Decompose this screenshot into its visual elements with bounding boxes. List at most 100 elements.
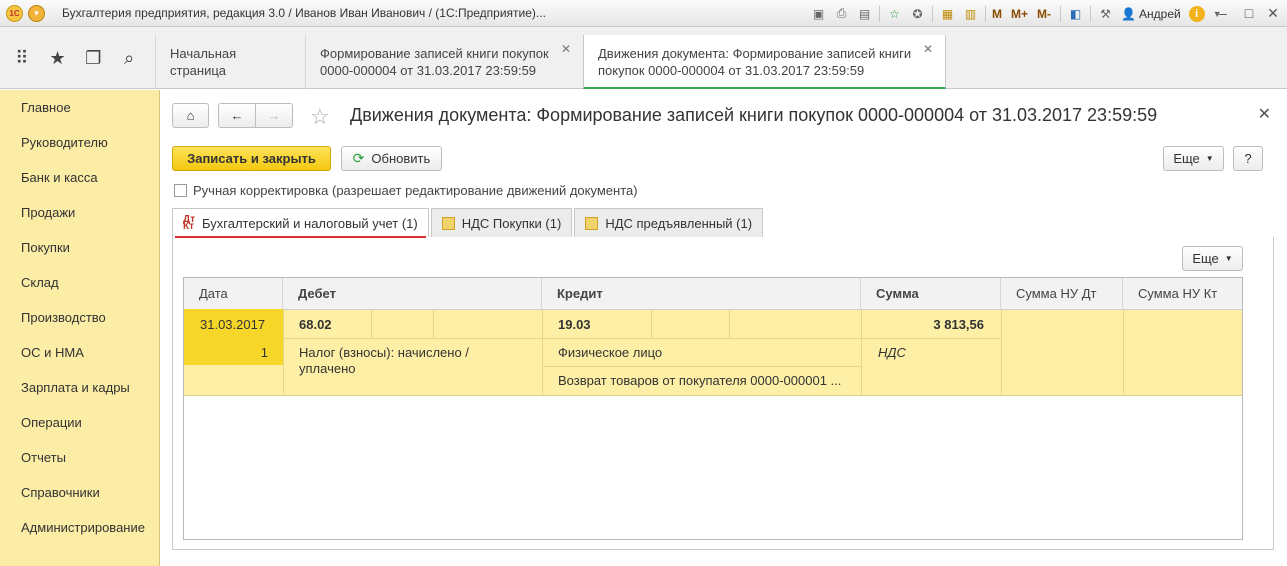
register-icon <box>585 216 599 230</box>
sections-panel: Главное Руководителю Банк и касса Продаж… <box>0 90 160 566</box>
manual-edit-label[interactable]: Ручная корректировка (разрешает редактир… <box>193 183 638 198</box>
sidebar-item-production[interactable]: Производство <box>0 300 159 335</box>
save-and-close-button[interactable]: Записать и закрыть <box>172 146 331 171</box>
tab-home[interactable]: Начальная страница <box>155 35 305 89</box>
sidebar-item-reports[interactable]: Отчеты <box>0 440 159 475</box>
tab-label: Движения документа: Формирование записей… <box>598 46 912 78</box>
search-icon[interactable]: ⌕ <box>119 47 139 69</box>
more-label: Еще <box>1173 151 1200 166</box>
tab-purchase-book-doc[interactable]: Формирование записей книги покупок 0000-… <box>305 35 583 89</box>
cell-date: 31.03.2017 <box>200 317 266 332</box>
sidebar-item-main[interactable]: Главное <box>0 90 159 125</box>
tab-label: Начальная страница <box>170 46 237 78</box>
star-icon[interactable]: ★ <box>48 47 68 69</box>
tab-accounting-register[interactable]: Дт Кт Бухгалтерский и налоговый учет (1) <box>172 208 429 238</box>
quick-panel: ⠿ ★ ❐ ⌕ <box>0 27 155 89</box>
preview-icon[interactable]: ▤ <box>856 5 873 22</box>
panels-icon[interactable]: ◧ <box>1067 5 1084 22</box>
sidebar-item-operations[interactable]: Операции <box>0 405 159 440</box>
cell-line-number: 1 <box>260 345 268 360</box>
window-title: Бухгалтерия предприятия, редакция 3.0 / … <box>62 6 546 20</box>
column-header-amount-tax-dt[interactable]: Сумма НУ Дт <box>1001 278 1123 310</box>
close-window-button[interactable]: ✕ <box>1260 3 1286 23</box>
home-button[interactable]: ⌂ <box>172 103 209 128</box>
history-icon[interactable]: ❐ <box>84 47 104 69</box>
tools-icon[interactable]: ⚒ <box>1097 5 1114 22</box>
favorites-icon[interactable]: ✪ <box>909 5 926 22</box>
register-tabs: Дт Кт Бухгалтерский и налоговый учет (1) … <box>172 208 765 238</box>
separator <box>879 5 880 22</box>
minimize-button[interactable]: – <box>1210 3 1236 23</box>
sidebar-item-management[interactable]: Руководителю <box>0 125 159 160</box>
divider <box>729 310 730 338</box>
manual-edit-checkbox[interactable] <box>174 184 187 197</box>
divider <box>433 310 434 338</box>
info-icon[interactable]: i <box>1188 5 1205 22</box>
refresh-label: Обновить <box>371 151 431 166</box>
tab-label: Формирование записей книги покупок 0000-… <box>320 46 549 78</box>
dt-kt-icon: Дт Кт <box>183 214 196 232</box>
sidebar-item-administration[interactable]: Администрирование <box>0 510 159 545</box>
sidebar-item-fixed-assets[interactable]: ОС и НМА <box>0 335 159 370</box>
close-icon[interactable]: ✕ <box>561 41 571 58</box>
column-header-amount[interactable]: Сумма <box>861 278 1001 310</box>
column-header-date[interactable]: Дата <box>184 278 283 310</box>
title-toolbar: ▣ ⎙ ▤ ☆ ✪ ▦ ▥ M M+ M- ◧ ⚒ 👤 Андрей i ▼ <box>810 4 1232 23</box>
apps-grid-icon[interactable]: ⠿ <box>12 47 32 69</box>
user-name[interactable]: Андрей <box>1139 7 1181 21</box>
calendar-icon[interactable]: ▥ <box>962 5 979 22</box>
table-header: Дата Дебет Кредит Сумма Сумма НУ Дт Сумм… <box>184 278 1242 310</box>
divider <box>1123 310 1124 396</box>
tab-document-movements[interactable]: Движения документа: Формирование записей… <box>583 35 946 89</box>
favorite-star-icon[interactable]: ☆ <box>310 104 330 130</box>
help-button[interactable]: ? <box>1233 146 1263 171</box>
cell-content: НДС <box>878 345 906 360</box>
separator <box>1090 5 1092 22</box>
refresh-button[interactable]: ⟳ Обновить <box>341 146 442 171</box>
tab-vat-purchases[interactable]: НДС Покупки (1) <box>430 208 573 237</box>
tab-vat-presented[interactable]: НДС предъявленный (1) <box>574 208 764 237</box>
maximize-button[interactable]: □ <box>1236 3 1262 23</box>
forward-button[interactable]: → <box>255 103 293 128</box>
divider <box>542 366 861 367</box>
calculator-icon[interactable]: ▦ <box>939 5 956 22</box>
cell-credit-subconto-2: Возврат товаров от покупателя 0000-00000… <box>558 373 842 388</box>
cell-credit-account: 19.03 <box>558 317 591 332</box>
print-icon[interactable]: ⎙ <box>833 5 850 22</box>
tab-label: НДС Покупки (1) <box>461 215 562 231</box>
separator <box>1060 5 1062 22</box>
cell-credit-subconto-1: Физическое лицо <box>558 345 663 360</box>
divider <box>283 338 1001 339</box>
memory-plus-button[interactable]: M+ <box>1011 7 1028 21</box>
back-button[interactable]: ← <box>218 103 256 128</box>
memory-button[interactable]: M <box>992 7 1002 21</box>
title-bar: 1С ▾ Бухгалтерия предприятия, редакция 3… <box>0 0 1287 27</box>
sidebar-item-warehouse[interactable]: Склад <box>0 265 159 300</box>
cell-amount: 3 813,56 <box>933 317 984 332</box>
chevron-down-icon: ▼ <box>1205 154 1214 163</box>
column-header-amount-tax-kt[interactable]: Сумма НУ Кт <box>1123 278 1242 310</box>
movements-table[interactable]: Дата Дебет Кредит Сумма Сумма НУ Дт Сумм… <box>183 277 1243 540</box>
sidebar-item-purchases[interactable]: Покупки <box>0 230 159 265</box>
divider <box>283 310 284 396</box>
favorite-add-icon[interactable]: ☆ <box>886 5 903 22</box>
cell-debit-account: 68.02 <box>299 317 332 332</box>
sidebar-item-catalogs[interactable]: Справочники <box>0 475 159 510</box>
sidebar-item-sales[interactable]: Продажи <box>0 195 159 230</box>
separator <box>932 5 933 22</box>
refresh-icon: ⟳ <box>352 150 365 166</box>
save-icon[interactable]: ▣ <box>810 5 827 22</box>
main-menu-icon[interactable]: ▾ <box>28 5 45 22</box>
more-button[interactable]: Еще ▼ <box>1163 146 1224 171</box>
memory-minus-button[interactable]: M- <box>1037 7 1051 21</box>
divider <box>542 310 543 396</box>
sidebar-item-payroll[interactable]: Зарплата и кадры <box>0 370 159 405</box>
grid-more-button[interactable]: Еще ▼ <box>1182 246 1243 271</box>
divider <box>651 310 652 338</box>
close-icon[interactable]: ✕ <box>923 41 933 58</box>
sidebar-item-bank-cash[interactable]: Банк и касса <box>0 160 159 195</box>
column-header-credit[interactable]: Кредит <box>542 278 861 310</box>
document-form: ⌂ ← → ☆ Движения документа: Формирование… <box>160 90 1287 566</box>
column-header-debit[interactable]: Дебет <box>283 278 542 310</box>
close-form-icon[interactable]: ✕ <box>1258 104 1271 124</box>
